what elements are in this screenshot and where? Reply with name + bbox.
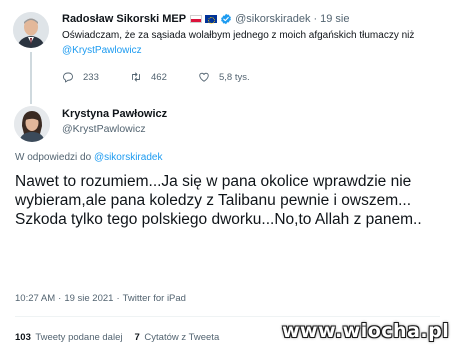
quoted-author-name[interactable]: Radosław Sikorski MEP <box>62 13 186 25</box>
quoted-tweet-actions: 233 462 5,8 tys. <box>62 70 268 84</box>
thread-connector-line <box>30 52 32 104</box>
meta-separator: · <box>116 293 120 304</box>
retweet-count: 462 <box>151 71 167 83</box>
tweet-time[interactable]: 10:27 AM <box>15 293 55 304</box>
quotes-stat-count: 7 <box>134 332 140 343</box>
sikorski-avatar[interactable] <box>13 12 49 48</box>
tweet-text-body: Nawet to rozumiem...Ja się w pana okolic… <box>15 173 422 228</box>
tweet-text: Nawet to rozumiem...Ja się w pana okolic… <box>15 172 445 229</box>
meta-separator: · <box>58 293 62 304</box>
retweets-stat-count: 103 <box>15 332 31 343</box>
tweet-meta: 10:27 AM · 19 sie 2021 · Twitter for iPad <box>15 293 186 304</box>
quoted-author-handle[interactable]: @sikorskiradek <box>235 13 310 25</box>
quoted-tweet-header: Radosław Sikorski MEP @sikorskiradek · 1… <box>62 11 350 27</box>
quotes-stat[interactable]: 7 Cytatów z Tweeta <box>134 332 219 343</box>
avatar-photo <box>14 106 50 142</box>
like-count: 5,8 tys. <box>219 71 250 83</box>
tweet-date[interactable]: 19 sie 2021 <box>64 293 113 304</box>
retweets-stat[interactable]: 103 Tweety podane dalej <box>15 332 122 343</box>
site-watermark: www.wiocha.pl <box>282 320 450 342</box>
tweet-author-handle[interactable]: @KrystPawlowicz <box>62 123 146 135</box>
poland-flag-icon <box>190 15 203 23</box>
reply-prefix: W odpowiedzi do <box>15 152 92 163</box>
reply-mention[interactable]: @sikorskiradek <box>94 152 163 163</box>
tweet-source[interactable]: Twitter for iPad <box>123 293 186 304</box>
tweet-author-name[interactable]: Krystyna Pawłowicz <box>62 108 167 120</box>
eu-flag-icon <box>205 15 218 24</box>
retweet-icon <box>132 72 140 82</box>
stats-divider <box>15 316 440 317</box>
reply-count: 233 <box>83 71 99 83</box>
reply-icon <box>63 72 73 83</box>
quoted-tweet-body: Oświadczam, że za sąsiada wolałbym jedne… <box>62 30 415 41</box>
reply-context: W odpowiedzi do @sikorskiradek <box>15 152 162 163</box>
verified-badge-icon <box>221 13 232 25</box>
quoted-tweet-text: Oświadczam, że za sąsiada wolałbym jedne… <box>62 28 442 58</box>
reply-button[interactable]: 233 <box>62 71 130 83</box>
tweet-stats: 103 Tweety podane dalej 7 Cytatów z Twee… <box>15 332 231 343</box>
like-button[interactable]: 5,8 tys. <box>198 71 268 83</box>
pawlowicz-avatar[interactable] <box>14 106 50 142</box>
like-icon <box>199 72 209 82</box>
avatar-photo <box>13 12 49 48</box>
quoted-tweet-mention[interactable]: @KrystPawlowicz <box>62 45 142 56</box>
quotes-stat-label: Cytatów z Tweeta <box>144 332 220 343</box>
retweets-stat-label: Tweety podane dalej <box>35 332 123 343</box>
retweet-button[interactable]: 462 <box>130 71 198 83</box>
quoted-tweet-date[interactable]: 19 sie <box>320 13 349 25</box>
header-separator: · <box>313 13 318 25</box>
